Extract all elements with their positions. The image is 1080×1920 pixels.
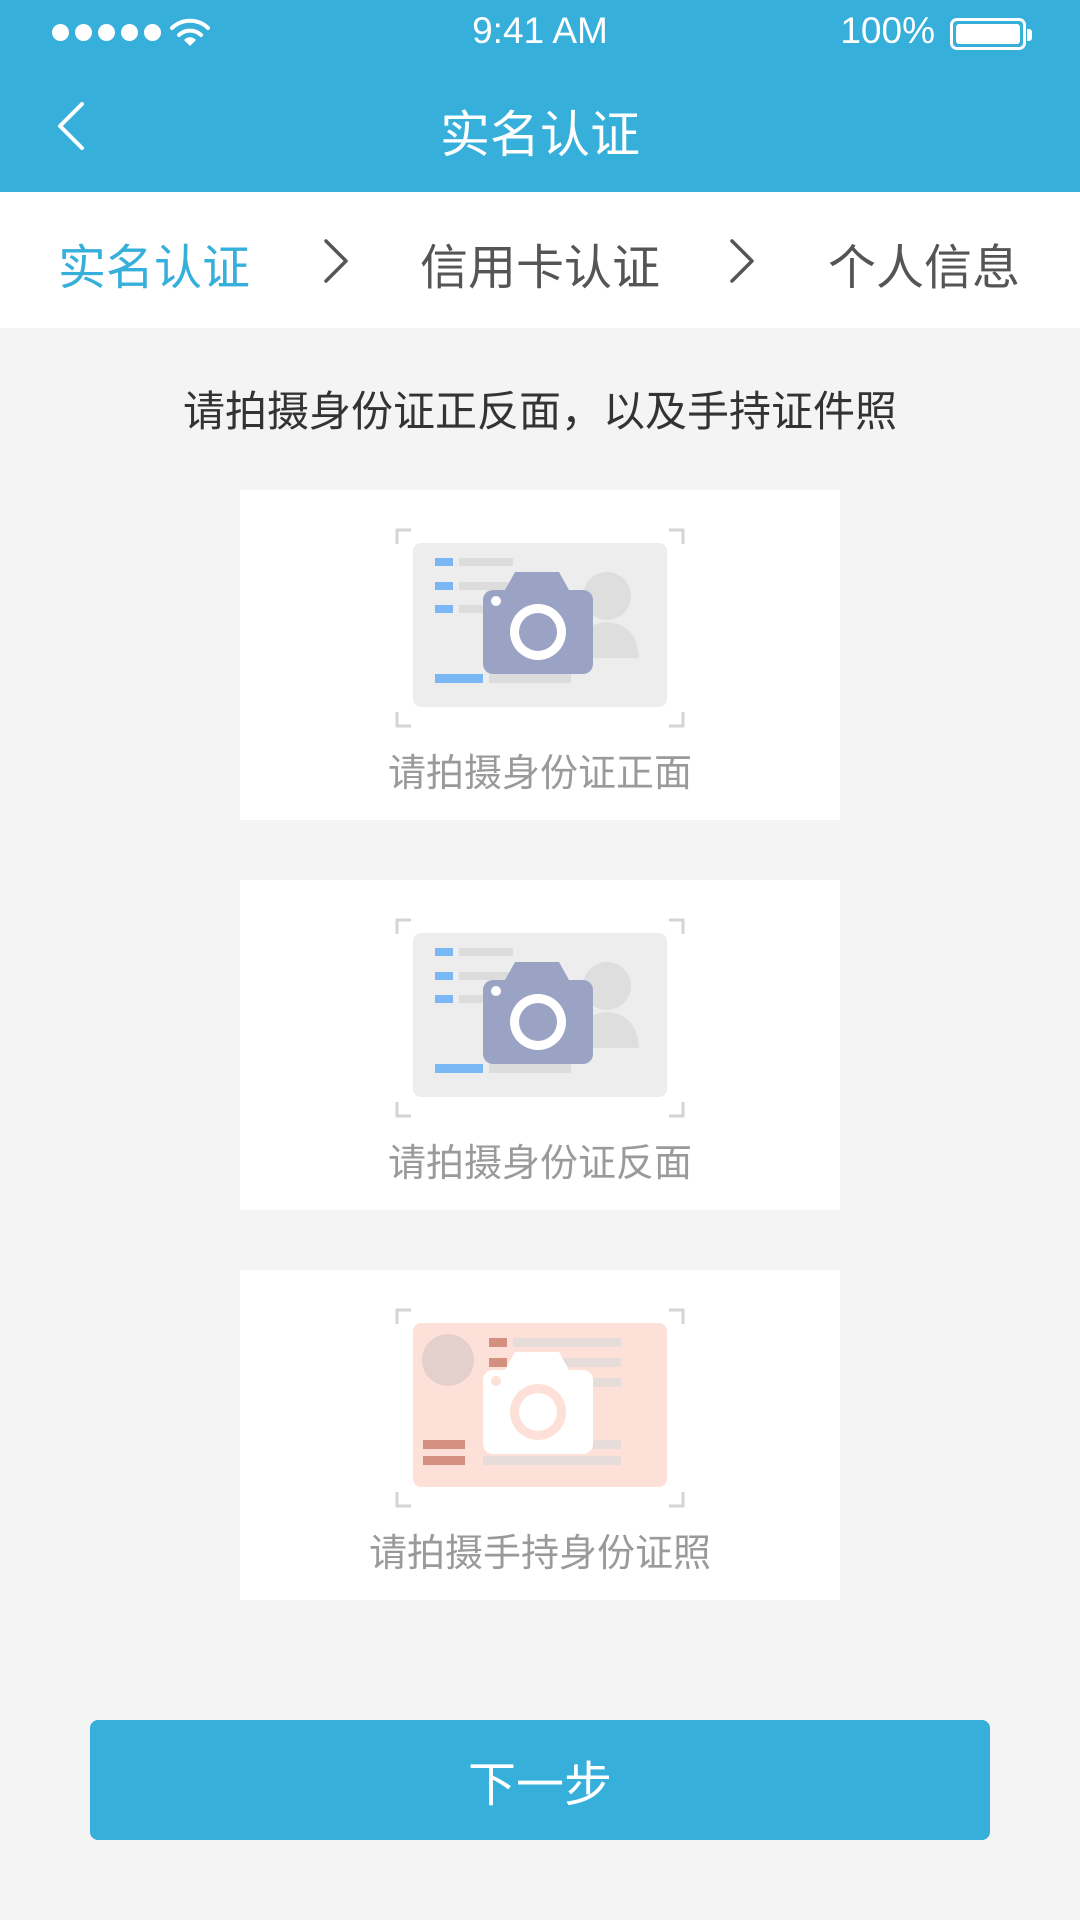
battery-icon [950,18,1032,50]
step-real-name: 实名认证 [58,240,251,296]
step-personal-info: 个人信息 [828,240,1021,296]
id-card-back-camera-icon [395,918,685,1118]
handheld-id-label: 请拍摄手持身份证照 [368,1531,711,1575]
chevron-right-icon [730,239,754,283]
next-step-button[interactable]: 下一步 [90,1720,990,1840]
step-credit-card: 信用卡认证 [420,240,661,296]
page-title: 实名认证 [440,106,640,164]
upload-handheld-id-card[interactable]: 请拍摄手持身份证照 [240,1270,840,1600]
chevron-right-icon [324,239,348,283]
upload-id-front-card[interactable]: 请拍摄身份证正面 [240,490,840,820]
handheld-id-camera-icon [395,1308,685,1508]
top-header: 9:41 AM 100% 实名认证 [0,0,1080,192]
battery-percentage: 100% [840,10,935,51]
instruction-text: 请拍摄身份证正反面，以及手持证件照 [182,387,897,436]
status-bar: 9:41 AM 100% [0,0,1080,66]
upload-id-back-card[interactable]: 请拍摄身份证反面 [240,880,840,1210]
id-front-label: 请拍摄身份证正面 [387,751,692,795]
progress-steps: 实名认证 信用卡认证 个人信息 [0,192,1080,328]
id-card-front-camera-icon [395,528,685,728]
id-back-label: 请拍摄身份证反面 [387,1141,692,1185]
